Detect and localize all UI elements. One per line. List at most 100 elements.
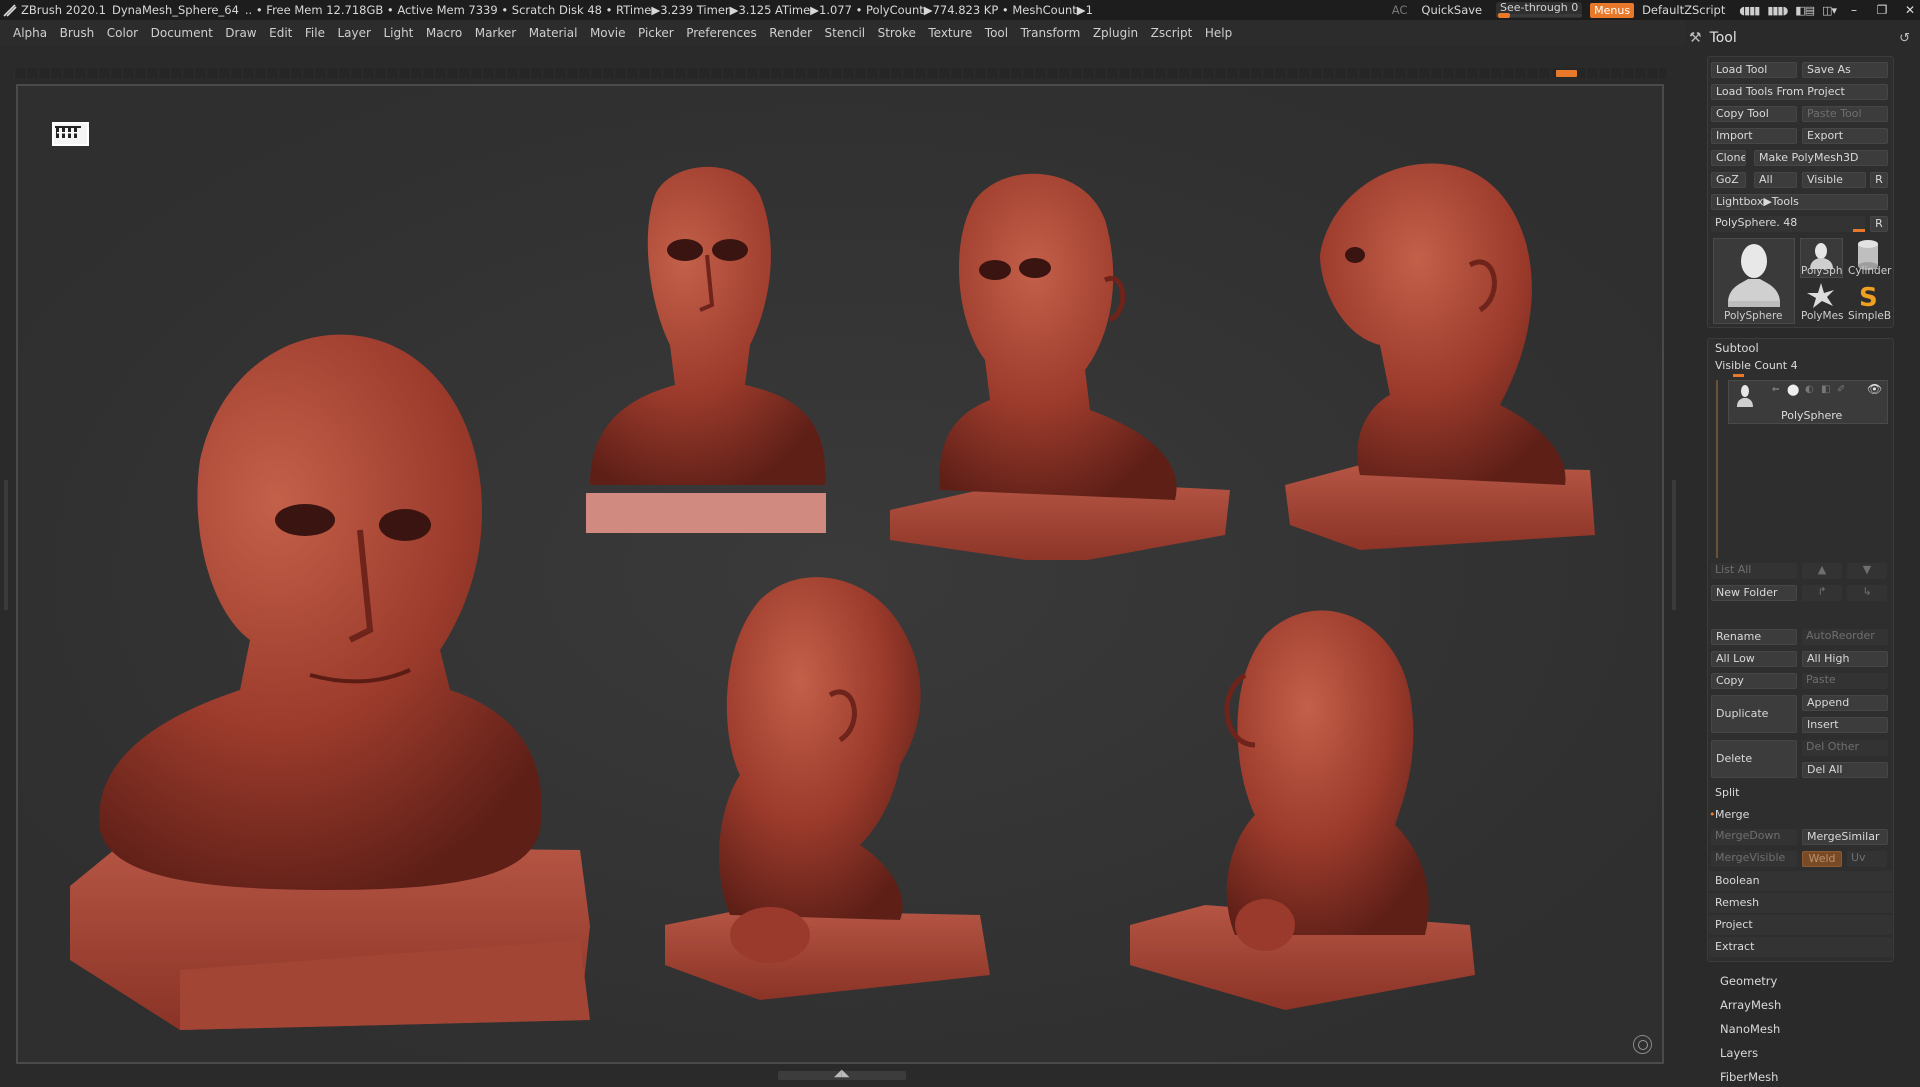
goz-button[interactable]: GoZ <box>1711 172 1746 188</box>
del-other-button[interactable]: Del Other <box>1802 740 1888 756</box>
ui-layout-icon-3[interactable]: ◧▤ <box>1795 4 1815 17</box>
subtool-title[interactable]: Subtool <box>1715 341 1759 355</box>
move-up-arrow-icon[interactable]: ▲ <box>1802 563 1842 579</box>
export-button[interactable]: Export <box>1802 128 1888 144</box>
import-button[interactable]: Import <box>1711 128 1797 144</box>
project-section[interactable]: Project <box>1709 915 1892 935</box>
menu-zplugin[interactable]: Zplugin <box>1093 26 1138 40</box>
menu-macro[interactable]: Macro <box>426 26 462 40</box>
uv-toggle[interactable]: Uv <box>1847 851 1887 867</box>
subtool-blend-icon[interactable]: ◐ <box>1805 384 1814 395</box>
rename-button[interactable]: Rename <box>1711 629 1797 645</box>
clone-button[interactable]: Clone <box>1711 150 1746 166</box>
minimize-icon[interactable]: – <box>1844 3 1864 17</box>
default-zscript-button[interactable]: DefaultZScript <box>1642 3 1725 17</box>
polysphere-slider-knob[interactable] <box>1853 229 1865 232</box>
menu-material[interactable]: Material <box>529 26 578 40</box>
folder-up-icon[interactable]: ↱ <box>1802 585 1842 601</box>
split-section[interactable]: Split <box>1709 783 1892 803</box>
menu-draw[interactable]: Draw <box>225 26 256 40</box>
subtool-item-polysphere[interactable]: ⇐ ⬤ ◐ ◧ ✐ 👁 PolySphere <box>1728 380 1888 424</box>
merge-visible-button[interactable]: MergeVisible <box>1711 851 1797 867</box>
menu-render[interactable]: Render <box>769 26 812 40</box>
bottom-tray-handle[interactable]: ◢◣ <box>778 1068 906 1080</box>
subtool-paint-icon[interactable]: ✐ <box>1837 384 1845 395</box>
subtool-folder-icon[interactable]: ⇐ <box>1772 385 1780 395</box>
paste-subtool-button[interactable]: Paste <box>1802 673 1888 689</box>
ui-layout-icon-1[interactable]: ◖▮▮▮ <box>1739 4 1760 17</box>
subtool-polypaint-icon[interactable]: ⬤ <box>1787 383 1799 396</box>
visible-count-knob[interactable] <box>1733 374 1744 377</box>
tool-palette-header[interactable]: ⚒ Tool ↺ <box>1685 24 1920 52</box>
make-polymesh3d-button[interactable]: Make PolyMesh3D <box>1754 150 1888 166</box>
all-high-button[interactable]: All High <box>1802 651 1888 667</box>
list-all-button[interactable]: List All <box>1711 563 1797 579</box>
shelf-marker[interactable] <box>1556 70 1577 77</box>
polysphere-r-button[interactable]: R <box>1870 216 1888 232</box>
right-tray-handle[interactable] <box>1672 480 1676 610</box>
append-button[interactable]: Append <box>1802 695 1888 711</box>
folder-down-icon[interactable]: ↳ <box>1847 585 1887 601</box>
menu-edit[interactable]: Edit <box>269 26 292 40</box>
left-tray-handle[interactable] <box>4 480 8 610</box>
menu-preferences[interactable]: Preferences <box>686 26 757 40</box>
menu-zscript[interactable]: Zscript <box>1151 26 1193 40</box>
extract-section[interactable]: Extract <box>1709 937 1892 957</box>
delete-button[interactable]: Delete <box>1711 740 1797 778</box>
tool-pin-icon[interactable]: ⚒ <box>1689 30 1702 46</box>
menu-layer[interactable]: Layer <box>337 26 370 40</box>
section-fibermesh[interactable]: FiberMesh <box>1714 1067 1897 1087</box>
merge-similar-button[interactable]: MergeSimilar <box>1802 829 1888 845</box>
see-through-knob[interactable] <box>1498 13 1511 18</box>
menu-picker[interactable]: Picker <box>638 26 674 40</box>
ui-layout-icon-4[interactable]: ◫▾ <box>1822 4 1837 17</box>
weld-toggle[interactable]: Weld <box>1802 851 1842 867</box>
reset-icon[interactable]: ↺ <box>1899 31 1910 46</box>
menu-stroke[interactable]: Stroke <box>878 26 916 40</box>
merge-section[interactable]: • Merge <box>1709 805 1892 825</box>
ac-label[interactable]: AC <box>1392 3 1408 17</box>
del-all-button[interactable]: Del All <box>1802 762 1888 778</box>
goz-all-button[interactable]: All <box>1754 172 1797 188</box>
menu-help[interactable]: Help <box>1205 26 1232 40</box>
menu-light[interactable]: Light <box>383 26 413 40</box>
visible-count-label[interactable]: Visible Count 4 <box>1715 359 1798 372</box>
duplicate-button[interactable]: Duplicate <box>1711 695 1797 733</box>
menu-texture[interactable]: Texture <box>928 26 972 40</box>
navigation-target-icon[interactable] <box>1633 1035 1652 1054</box>
menu-stencil[interactable]: Stencil <box>825 26 866 40</box>
copy-subtool-button[interactable]: Copy <box>1711 673 1797 689</box>
subtool-dynamic-icon[interactable]: ◧ <box>1821 384 1830 395</box>
close-icon[interactable]: ✕ <box>1900 3 1920 17</box>
boolean-section[interactable]: Boolean <box>1709 871 1892 891</box>
save-as-button[interactable]: Save As <box>1802 62 1888 78</box>
restore-icon[interactable]: ❐ <box>1872 3 1892 17</box>
polysphere-slider[interactable]: PolySphere. 48 <box>1711 216 1865 232</box>
new-folder-button[interactable]: New Folder <box>1711 585 1797 601</box>
menu-transform[interactable]: Transform <box>1021 26 1081 40</box>
section-geometry[interactable]: Geometry <box>1714 971 1897 991</box>
all-low-button[interactable]: All Low <box>1711 651 1797 667</box>
insert-button[interactable]: Insert <box>1802 717 1888 733</box>
goz-r-button[interactable]: R <box>1870 172 1888 188</box>
paste-tool-button[interactable]: Paste Tool <box>1802 106 1888 122</box>
menu-file[interactable]: File <box>305 26 325 40</box>
section-layers[interactable]: Layers <box>1714 1043 1897 1063</box>
section-arraymesh[interactable]: ArrayMesh <box>1714 995 1897 1015</box>
menu-document[interactable]: Document <box>151 26 213 40</box>
subtool-visibility-eye-icon[interactable]: 👁 <box>1867 382 1882 396</box>
see-through-slider[interactable]: See-through 0 <box>1496 2 1583 18</box>
merge-down-button[interactable]: MergeDown <box>1711 829 1797 845</box>
menu-movie[interactable]: Movie <box>590 26 626 40</box>
remesh-section[interactable]: Remesh <box>1709 893 1892 913</box>
quicksave-button[interactable]: QuickSave <box>1421 3 1482 17</box>
goz-visible-button[interactable]: Visible <box>1802 172 1866 188</box>
menus-toggle-button[interactable]: Menus <box>1590 2 1635 18</box>
section-nanomesh[interactable]: NanoMesh <box>1714 1019 1897 1039</box>
move-down-arrow-icon[interactable]: ▼ <box>1847 563 1887 579</box>
menu-alpha[interactable]: Alpha <box>13 26 47 40</box>
subtool-list-scrollbar[interactable] <box>1716 380 1718 558</box>
menu-tool[interactable]: Tool <box>985 26 1008 40</box>
menu-brush[interactable]: Brush <box>60 26 95 40</box>
load-tool-button[interactable]: Load Tool <box>1711 62 1797 78</box>
